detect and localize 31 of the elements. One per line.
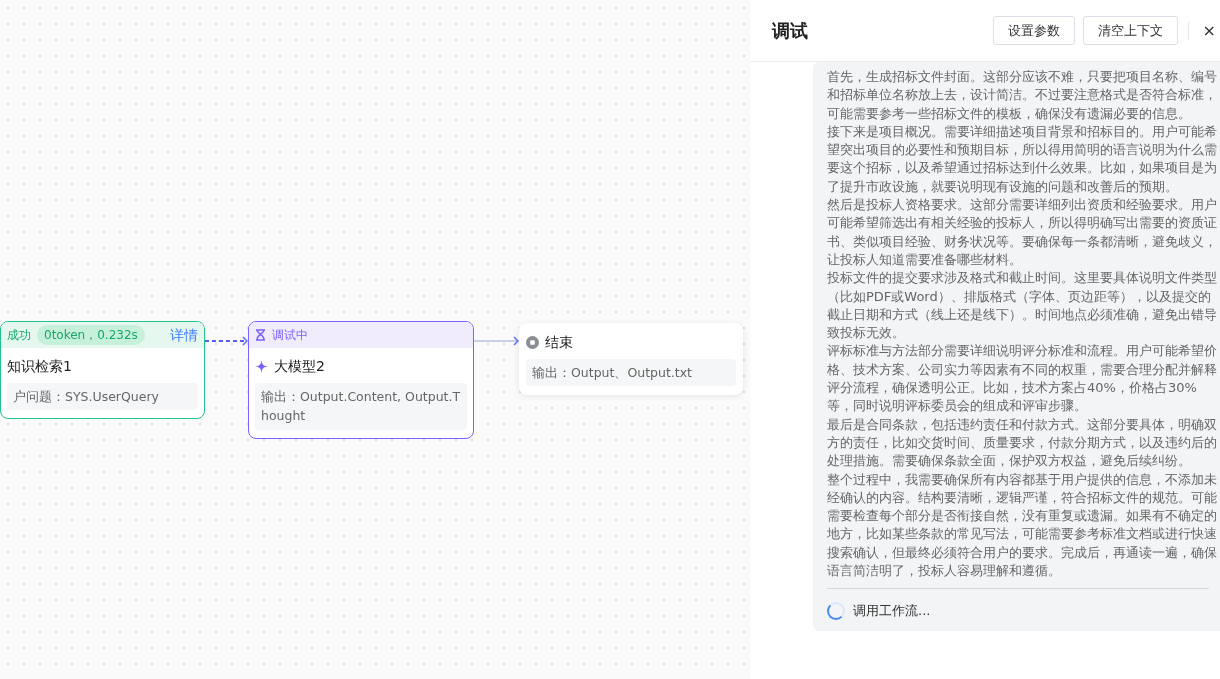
- close-button[interactable]: ×: [1198, 18, 1220, 43]
- hourglass-icon: [255, 329, 266, 341]
- connector-arrow: [474, 336, 519, 346]
- message-paragraph: 接下来是项目概况。需要详细描述项目背景和招标目的。用户可能希望突出项目的必要性和预期目标，所以得用简明的语言说明为什么需要这个招标，以及希望通过招标达到什么效果。比如，如果项目是为了提升市政设施，就要说明现有设施的问题和改善后的预期。: [827, 122, 1217, 196]
- details-link[interactable]: 详情: [170, 324, 198, 346]
- message-paragraph: 最后是合同条款，包括违约责任和付款方式。这部分要具体，明确双方的责任，比如交货时间、质量要求，付款分期方式，以及违约后的处理措施。需要确保条款全面，保护双方权益，避免后续纠纷。: [827, 415, 1217, 471]
- toolbar-button[interactable]: 清空上下文: [1082, 15, 1178, 46]
- workflow-node[interactable]: 结束 输出：Output、Output.txt: [519, 323, 743, 396]
- panel-title: 调试: [772, 19, 808, 43]
- message-paragraph: 评标标准与方法部分需要详细说明评分标准和流程。用户可能希望价格、技术方案、公司实力等因素有不同的权重，需要合理分配并解释评分流程，确保透明公正。比如，技术方案占40%，价格占30%等，同时说明评标委员会的组成和评审步骤。: [827, 342, 1217, 416]
- status-text: 调用工作流...: [853, 602, 931, 621]
- node-title: 知识检索1: [7, 357, 72, 376]
- message-paragraph: 然后是投标人资格要求。这部分需要详细列出资质和经验要求。用户可能希望筛选出有相关经验的投标人，所以得明确写出需要的资质证书、类似项目经验、财务状况等。要确保每一条都清晰，避免歧义，让投标人知道需要准备哪些材料。: [827, 196, 1217, 269]
- workflow-node[interactable]: 调试中 大模型2 输出：Output.Content, Output.Thought: [248, 321, 474, 439]
- node-output: 输出：Output、Output.txt: [526, 359, 736, 387]
- token-time-badge: 0token，0.232s: [37, 325, 145, 345]
- message-paragraph: 投标文件的提交要求涉及格式和截止时间。这里要具体说明文件类型（比如PDF或Word）、排版格式（字体、页边距等），以及提交的截止日期和方式（线上还是线下）。时间地点必须准确，避免出错导致投标无效。: [827, 269, 1217, 343]
- node-title: 大模型2: [274, 357, 325, 376]
- status-text: 调试中: [272, 327, 308, 344]
- stop-icon: [526, 336, 539, 349]
- status-text: 成功: [7, 327, 31, 344]
- sparkle-icon: [255, 360, 268, 373]
- loading-spinner-icon: [827, 602, 845, 621]
- message-paragraph: 整个过程中，我需要确保所有内容都基于用户提供的信息，不添加未经确认的内容。结构要清晰，逻辑严谨，符合招标文件的规范。可能需要检查每个部分是否衔接自然，没有重复或遗漏。如果有不确定的地方，比如某些条款的常见写法，可能需要参考标准文档或进行快速搜索确认，但最终必须符合用户的要求。完成后，再通读一遍，确保语言简洁明了，投标人容易理解和遵循。: [827, 470, 1217, 580]
- node-output: 输出：Output.Content, Output.Thought: [255, 383, 467, 430]
- message-paragraph: 首先，生成招标文件封面。这部分应该不难，只要把项目名称、编号和招标单位名称放上去，设计简洁。不过要注意格式是否符合标准，可能需要参考一些招标文件的模板，确保没有遗漏必要的信息。: [827, 68, 1217, 123]
- node-title: 结束: [545, 333, 573, 352]
- connector-arrow: [205, 336, 248, 346]
- toolbar-button[interactable]: 设置参数: [992, 15, 1075, 46]
- node-output: 户问题：SYS.UserQuery: [7, 383, 198, 411]
- workflow-node[interactable]: 成功 0token，0.232s 详情 知识检索1 户问题：SYS.UserQuery: [0, 321, 205, 420]
